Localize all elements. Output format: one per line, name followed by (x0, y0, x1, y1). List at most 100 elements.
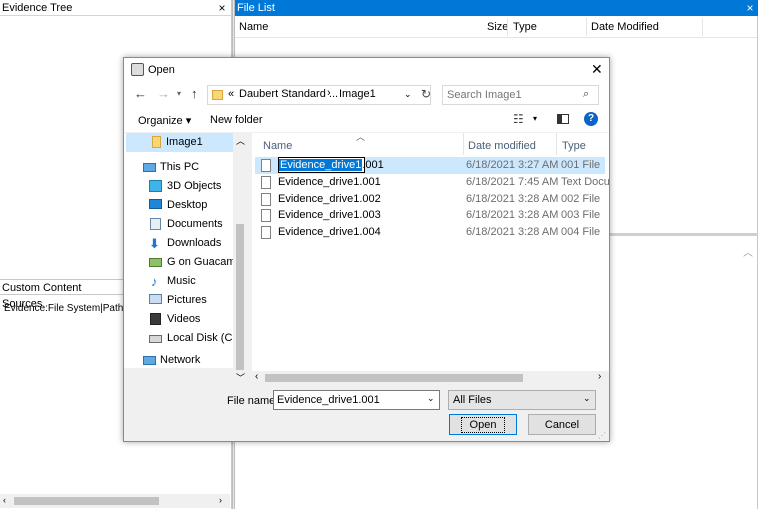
file-type-dropdown-icon[interactable]: ⌄ (583, 393, 591, 404)
view-options-chevron-icon[interactable]: ▾ (533, 114, 537, 123)
scroll-right-arrow-icon[interactable]: › (219, 495, 222, 505)
nav-item-label: This PC (160, 161, 200, 173)
network-icon (143, 356, 156, 365)
new-folder-button[interactable]: New folder (210, 114, 263, 126)
address-dropdown-icon[interactable]: ⌄ (404, 89, 412, 100)
preview-pane-icon[interactable] (557, 114, 569, 124)
breadcrumb-image1[interactable]: Image1 (339, 88, 376, 100)
nav-item-downloads[interactable]: ⬇ Downloads (124, 234, 234, 253)
cube-icon (149, 180, 162, 192)
file-name-label: File name: (227, 395, 279, 407)
nav-item-g-on-guacamole[interactable]: G on Guacamole (124, 253, 248, 272)
search-box[interactable]: ⌕ (442, 85, 599, 105)
text-document-icon (261, 176, 271, 189)
scrollbar-thumb[interactable] (14, 497, 159, 505)
nav-pane-vscrollbar[interactable]: ︿ ﹀ (233, 133, 248, 385)
column-divider (463, 133, 464, 155)
scrollbar-thumb[interactable] (265, 374, 523, 382)
dialog-file-list-header: Name Date modified Type (252, 133, 609, 157)
dialog-app-icon (131, 63, 144, 76)
file-row[interactable]: Evidence_drive1.002 6/18/2021 3:28 AM 00… (255, 191, 605, 208)
nav-item-network[interactable]: Network (124, 351, 234, 368)
file-icon (261, 159, 271, 172)
cancel-button[interactable]: Cancel (528, 414, 596, 435)
nav-item-music[interactable]: ♪ Music (124, 272, 234, 291)
nav-item-image1[interactable]: Image1 (126, 133, 233, 152)
file-name-dropdown-icon[interactable]: ⌄ (427, 393, 435, 404)
scroll-left-arrow-icon[interactable]: ‹ (3, 495, 6, 505)
rename-edit-box[interactable]: Evidence_drive1.001 (278, 157, 384, 173)
file-row[interactable]: Evidence_drive1.001 6/18/2021 7:45 AM Te… (255, 174, 609, 191)
nav-item-videos[interactable]: Videos (124, 310, 234, 329)
nav-item-pictures[interactable]: Pictures (124, 291, 234, 310)
column-header-type[interactable]: Type (562, 140, 586, 152)
back-arrow-icon[interactable]: ← (134, 86, 147, 101)
nav-item-label: Documents (167, 218, 223, 230)
nav-item-3d-objects[interactable]: 3D Objects (124, 177, 234, 196)
file-date: 6/18/2021 3:28 AM (466, 226, 559, 238)
column-divider (586, 18, 587, 36)
resize-grip-icon[interactable]: ⋰ (598, 431, 606, 440)
column-header-date-modified[interactable]: Date Modified (591, 21, 659, 33)
forward-arrow-icon[interactable]: → (157, 86, 170, 101)
file-name-combobox[interactable]: ⌄ (273, 390, 440, 410)
address-bar[interactable]: « Daubert Standard ... › Image1 ⌄ (207, 85, 431, 105)
organize-button[interactable]: Organize ▾ (138, 114, 191, 127)
file-row[interactable]: Evidence_drive1.004 6/18/2021 3:28 AM 00… (255, 224, 605, 241)
file-list-title: File List (235, 0, 758, 16)
scroll-up-chevron-icon[interactable]: ︿ (743, 244, 753, 259)
nav-item-label: Music (167, 275, 196, 287)
help-icon[interactable]: ? (584, 112, 598, 126)
nav-item-this-pc[interactable]: This PC (124, 158, 234, 177)
file-date: 6/18/2021 3:28 AM (466, 193, 559, 205)
evidence-tree-close-icon[interactable]: × (215, 1, 229, 15)
custom-content-sources-title: Custom Content Sources (0, 279, 123, 310)
view-options-icon[interactable]: ☷ (513, 112, 524, 126)
nav-item-label: Desktop (167, 199, 208, 211)
left-pane-hscrollbar[interactable]: ‹ › (0, 494, 230, 508)
file-name: Evidence_drive1.001 (278, 176, 381, 188)
file-icon (261, 193, 271, 206)
music-icon: ♪ (151, 274, 158, 289)
scroll-up-arrow-icon[interactable]: ︿ (236, 134, 245, 147)
open-button[interactable]: Open (449, 414, 517, 435)
column-header-name[interactable]: Name (263, 140, 292, 152)
dialog-title-bar[interactable]: Open ✕ (124, 58, 609, 82)
custom-content-source-item[interactable]: Evidence:File System|Path|File (4, 303, 142, 314)
scroll-down-arrow-icon[interactable]: ﹀ (236, 371, 245, 384)
address-overflow-chevrons[interactable]: « (228, 88, 234, 100)
column-divider (556, 133, 557, 155)
up-arrow-icon[interactable]: ↑ (191, 86, 198, 101)
nav-item-desktop[interactable]: Desktop (124, 196, 234, 215)
dialog-title: Open (148, 64, 175, 76)
column-divider (507, 18, 508, 36)
file-name-input[interactable] (277, 393, 417, 407)
column-header-size[interactable]: Size (487, 21, 508, 33)
file-type: 001 File (561, 159, 601, 171)
file-type-filter-value: All Files (453, 394, 492, 406)
file-type-filter[interactable]: All Files ⌄ (448, 390, 596, 410)
breadcrumb-daubert-standard[interactable]: Daubert Standard ... (239, 88, 338, 100)
file-list-hscrollbar[interactable]: ‹ › (252, 371, 609, 385)
nav-item-label: Pictures (167, 294, 207, 306)
refresh-icon[interactable]: ↻ (421, 87, 431, 101)
navigation-row: ← → ▾ ↑ « Daubert Standard ... › Image1 … (124, 82, 609, 108)
nav-item-documents[interactable]: Documents (124, 215, 234, 234)
column-header-date-modified[interactable]: Date modified (468, 140, 536, 152)
column-header-type[interactable]: Type (513, 21, 537, 33)
search-input[interactable] (447, 88, 575, 102)
column-header-name[interactable]: Name (239, 21, 268, 33)
rename-selected-text: Evidence_drive1 (279, 159, 363, 171)
recent-locations-chevron-icon[interactable]: ▾ (177, 89, 181, 98)
scroll-left-arrow-icon[interactable]: ‹ (255, 371, 258, 382)
dialog-close-icon[interactable]: ✕ (591, 61, 603, 78)
scrollbar-thumb[interactable] (236, 224, 244, 370)
nav-item-label: Videos (167, 313, 201, 325)
scroll-right-arrow-icon[interactable]: › (598, 371, 601, 382)
file-row-selected[interactable]: Evidence_drive1.001 6/18/2021 3:27 AM 00… (255, 157, 605, 174)
nav-item-local-disk[interactable]: Local Disk (C:) (124, 329, 239, 348)
file-row[interactable]: Evidence_drive1.003 6/18/2021 3:28 AM 00… (255, 207, 605, 224)
download-icon: ⬇ (149, 236, 160, 251)
file-list-close-icon[interactable]: × (743, 1, 757, 15)
open-button-label: Open (460, 417, 506, 433)
